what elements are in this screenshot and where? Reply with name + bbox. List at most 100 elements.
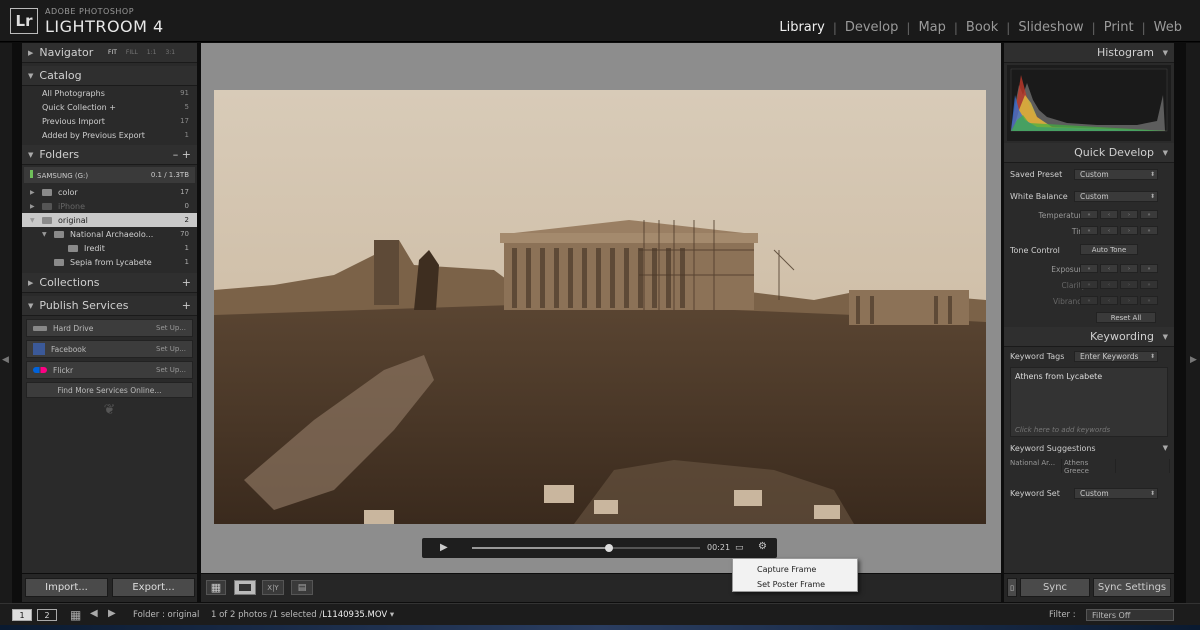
collections-header[interactable]: ▶ Collections + (22, 273, 197, 293)
folder-icon (54, 230, 64, 238)
zoom-1-1[interactable]: 1:1 (147, 49, 157, 56)
video-controls: ▶ 00:21 ▭ ⚙ (422, 538, 777, 558)
saved-preset-select[interactable]: Custom ⬍ (1074, 168, 1158, 180)
grid-view-icon[interactable]: ▦ (206, 580, 226, 595)
lightroom-logo: Lr (10, 8, 38, 34)
catalog-header[interactable]: ▼ Catalog (22, 66, 197, 86)
loupe-view-icon[interactable] (234, 580, 256, 595)
menu-item-set-poster-frame[interactable]: Set Poster Frame (733, 577, 857, 592)
import-button[interactable]: Import... (25, 578, 108, 597)
module-book[interactable]: Book (958, 20, 1006, 35)
clarity-buttons: «‹ ›» (1080, 280, 1158, 289)
publish-flickr[interactable]: Flickr Set Up... (26, 361, 193, 379)
volume-samsung[interactable]: SAMSUNG (G:) 0.1 / 1.3TB (24, 167, 195, 183)
folder-row-sepia[interactable]: Sepia from Lycabete 1 (22, 255, 197, 269)
menu-item-capture-frame[interactable]: Capture Frame (733, 562, 857, 577)
hard-drive-setup[interactable]: Set Up... (156, 324, 186, 332)
dropdown-icon: ⬍ (1149, 170, 1155, 178)
module-picker: Library | Develop | Map | Book | Slideshow | … (771, 20, 1190, 35)
right-panel-toggle[interactable]: ▶ (1186, 43, 1200, 603)
filmstrip-thumbnails (0, 625, 1200, 630)
compare-view-icon[interactable]: X|Y (262, 580, 284, 595)
back-arrow-icon[interactable]: ◀ (90, 608, 98, 619)
folder-icon (42, 202, 52, 210)
secondary-display-button[interactable]: 2 (37, 609, 57, 621)
folder-row-national-archaeology[interactable]: ▼ National Archaeolo... 70 (22, 227, 197, 241)
catalog-item-previous-import[interactable]: Previous Import 17 (22, 114, 197, 128)
grid-icon[interactable]: ▦ (70, 608, 81, 622)
keyword-set-select[interactable]: Custom ⬍ (1074, 487, 1158, 499)
zoom-fill[interactable]: FILL (126, 49, 138, 56)
left-panel-toggle[interactable]: ◀ (0, 43, 12, 603)
quick-develop-header[interactable]: Quick Develop ▼ (1004, 143, 1174, 163)
folder-row-color[interactable]: ▶ color 17 (22, 185, 197, 199)
filmstrip-filename: L1140935.MOV (322, 610, 388, 620)
zoom-3-1[interactable]: 3:1 (165, 49, 175, 56)
catalog-item-all-photographs[interactable]: All Photographs 91 (22, 86, 197, 100)
sync-toggle-icon[interactable]: ▯ (1007, 578, 1017, 597)
histogram-chart (1010, 68, 1168, 132)
survey-view-icon[interactable]: ▤ (291, 580, 313, 595)
temperature-row: Temperature «‹ ›» (1004, 207, 1174, 223)
keyword-suggestions-header[interactable]: Keyword Suggestions ▼ (1004, 439, 1174, 457)
keywords-textarea[interactable]: Athens from Lycabete Click here to add k… (1010, 367, 1168, 437)
video-frame-image (214, 90, 986, 524)
collapse-right-icon: ▶ (1190, 355, 1197, 365)
keyword-suggestion[interactable]: National Ar... (1008, 459, 1062, 473)
folders-header[interactable]: ▼ Folders – + (22, 145, 197, 165)
publish-hard-drive[interactable]: Hard Drive Set Up... (26, 319, 193, 337)
export-button[interactable]: Export... (112, 578, 195, 597)
module-slideshow[interactable]: Slideshow (1010, 20, 1091, 35)
exposure-row: Exposure «‹ ›» (1004, 261, 1174, 277)
forward-arrow-icon[interactable]: ▶ (108, 608, 116, 619)
keyword-suggestion[interactable] (1116, 459, 1170, 473)
keywording-header[interactable]: Keywording ▼ (1004, 327, 1174, 347)
frame-icon[interactable]: ▭ (735, 543, 744, 553)
keyword-suggestion[interactable]: Athens Greece (1062, 459, 1116, 475)
catalog-item-quick-collection[interactable]: Quick Collection +5 (22, 100, 197, 114)
folder-row-original[interactable]: ▼ original 2 (22, 213, 197, 227)
add-collection-icon[interactable]: + (182, 276, 191, 289)
gear-icon[interactable]: ⚙ (758, 541, 767, 552)
expand-triangle-icon: ▶ (28, 48, 34, 57)
module-web[interactable]: Web (1146, 20, 1190, 35)
collapse-triangle-icon: ▼ (1162, 444, 1168, 452)
module-library[interactable]: Library (771, 20, 832, 35)
histogram-header[interactable]: Histogram ▼ (1004, 43, 1174, 63)
collections-title: Collections (39, 276, 100, 289)
module-print[interactable]: Print (1096, 20, 1142, 35)
publish-facebook[interactable]: Facebook Set Up... (26, 340, 193, 358)
module-develop[interactable]: Develop (837, 20, 907, 35)
folder-row-iredit[interactable]: Iredit 1 (22, 241, 197, 255)
sync-button[interactable]: Sync (1020, 578, 1090, 597)
keyword-tags-select[interactable]: Enter Keywords ⬍ (1074, 350, 1158, 362)
publish-services-header[interactable]: ▼ Publish Services + (22, 296, 197, 316)
add-publish-service-icon[interactable]: + (182, 299, 191, 312)
zoom-fit[interactable]: FIT (108, 49, 117, 56)
white-balance-select[interactable]: Custom ⬍ (1074, 190, 1158, 202)
find-more-services-button[interactable]: Find More Services Online... (26, 382, 193, 398)
frame-context-menu: Capture Frame Set Poster Frame (732, 558, 858, 592)
filter-select[interactable]: Filters Off (1086, 609, 1174, 621)
video-scrubber[interactable] (472, 544, 700, 552)
folder-row-iphone[interactable]: ▶ iPhone 0 (22, 199, 197, 213)
filmstrip-source[interactable]: Folder : original (133, 610, 199, 620)
play-icon[interactable]: ▶ (440, 542, 448, 553)
reset-all-button[interactable]: Reset All (1096, 311, 1156, 323)
keyword-tags-row: Keyword Tags Enter Keywords ⬍ (1004, 347, 1174, 365)
filmstrip-status: 1 of 2 photos /1 selected /L1140935.MOV … (211, 610, 395, 620)
auto-tone-button[interactable]: Auto Tone (1080, 244, 1138, 255)
scrubber-handle[interactable] (604, 544, 613, 552)
expand-triangle-icon: ▶ (28, 278, 34, 287)
facebook-setup[interactable]: Set Up... (156, 345, 186, 353)
sync-settings-button[interactable]: Sync Settings (1093, 578, 1171, 597)
catalog-item-added-by-export[interactable]: Added by Previous Export 1 (22, 128, 197, 142)
tint-buttons: «‹ ›» (1080, 226, 1158, 235)
navigator-header[interactable]: ▶ Navigator FIT FILL 1:1 3:1 (22, 43, 197, 63)
primary-display-button[interactable]: 1 (12, 609, 32, 621)
module-map[interactable]: Map (910, 20, 953, 35)
flickr-setup[interactable]: Set Up... (156, 366, 186, 374)
temperature-buttons: «‹ ›» (1080, 210, 1158, 219)
add-folder-icon[interactable]: – + (173, 148, 191, 161)
folder-icon (68, 244, 78, 252)
